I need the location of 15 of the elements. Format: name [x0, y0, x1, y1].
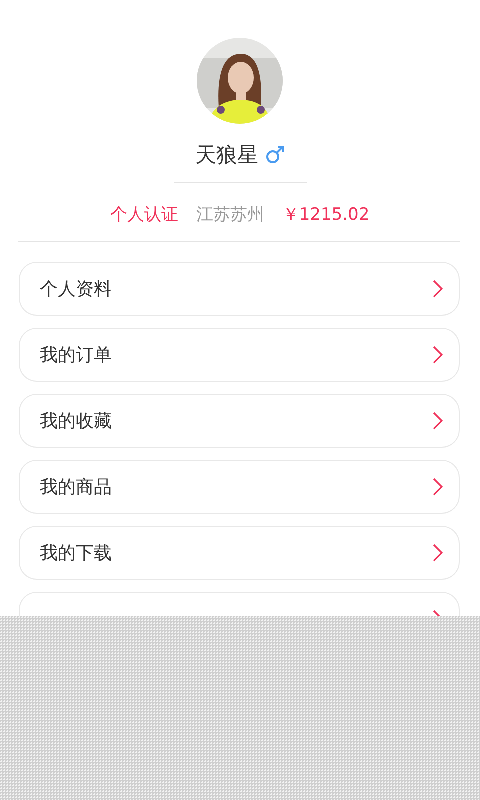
profile-info: ￥1215.02: [282, 204, 370, 226]
male-symbol-icon: [264, 145, 284, 165]
chevron-right-icon: [433, 346, 443, 364]
chevron-right-icon: [433, 544, 443, 562]
profile-info: 江苏苏州: [196, 204, 264, 226]
menu-item[interactable]: 我的下载: [19, 526, 460, 580]
menu-item[interactable]: 我的订单: [19, 328, 460, 382]
menu-item[interactable]: 个人资料: [19, 262, 460, 316]
profile-info: 个人认证: [110, 204, 178, 226]
menu-item[interactable]: 我的商品: [19, 460, 460, 514]
menu-item[interactable]: 我的收藏: [19, 394, 460, 448]
chevron-right-icon: [433, 478, 443, 496]
chevron-right-icon: [433, 280, 443, 298]
user-name: 天狼星: [196, 142, 258, 169]
chevron-right-icon: [433, 412, 443, 430]
